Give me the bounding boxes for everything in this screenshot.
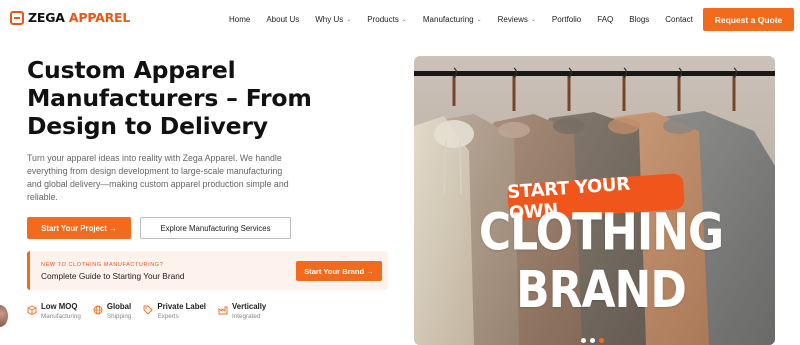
feature-title: Global (106, 302, 132, 311)
nav-label: Home (229, 15, 251, 24)
feature-item: Global Shipping (93, 302, 132, 321)
feature-item: Low MOQ Manufacturing (27, 302, 81, 321)
tag-icon (143, 305, 154, 315)
nav-item-portfolio[interactable]: Portfolio (552, 15, 581, 24)
brand-guide-callout: NEW TO CLOTHING MANUFACTURING? Complete … (27, 251, 388, 290)
start-project-button[interactable]: Start Your Project → (27, 217, 131, 239)
explore-services-button[interactable]: Explore Manufacturing Services (140, 217, 291, 239)
feature-title: Vertically (231, 302, 267, 311)
nav-label: Contact (665, 15, 693, 24)
chevron-down-icon: ⌄ (346, 17, 352, 23)
chevron-down-icon: ⌄ (476, 17, 482, 23)
brand-name: ZEGA APPAREL (28, 10, 130, 25)
chat-avatar[interactable] (0, 305, 8, 327)
feature-list: Low MOQ Manufacturing Global Shipping Pr… (27, 302, 278, 321)
callout-kicker: NEW TO CLOTHING MANUFACTURING? (41, 262, 164, 268)
brand-name-part2: APPAREL (68, 10, 131, 25)
slider-dots (581, 338, 604, 343)
hero-lead: Turn your apparel ideas into reality wit… (27, 153, 289, 202)
callout-text: Complete Guide to Starting Your Brand (41, 271, 185, 281)
nav-item-about-us[interactable]: About Us (266, 15, 299, 24)
nav-label: FAQ (597, 15, 614, 24)
nav-item-contact[interactable]: Contact (665, 15, 693, 24)
chevron-down-icon: ⌄ (401, 17, 407, 23)
chevron-down-icon: ⌄ (530, 17, 536, 23)
slider-dot[interactable] (581, 338, 586, 343)
nav-label: Portfolio (551, 15, 582, 24)
box-icon (27, 305, 37, 315)
nav-item-manufacturing[interactable]: Manufacturing ⌄ (423, 15, 482, 24)
nav-label: Products (367, 15, 399, 24)
feature-item: Vertically Integrated (218, 302, 266, 321)
logo-mark-icon (10, 10, 24, 25)
nav-item-home[interactable]: Home (229, 15, 250, 24)
nav-item-why-us[interactable]: Why Us ⌄ (315, 15, 351, 24)
feature-subtitle: Manufacturing (41, 313, 81, 320)
feature-subtitle: Integrated (231, 313, 261, 320)
feature-item: Private Label Experts (143, 302, 206, 321)
nav-label: Why Us (315, 15, 344, 24)
hero-image: START YOUR OWN CLOTHING BRAND (414, 56, 775, 345)
clothing-brand-headline: CLOTHING BRAND (478, 203, 724, 320)
brand-name-part1: ZEGA (28, 10, 65, 25)
nav-label: Blogs (629, 15, 650, 24)
slider-dot-active[interactable] (599, 338, 604, 343)
nav-label: Reviews (497, 15, 528, 24)
feature-title: Low MOQ (41, 302, 78, 311)
nav-label: Manufacturing (422, 15, 474, 24)
brand-logo[interactable]: ZEGA APPAREL (10, 10, 130, 25)
slider-dot[interactable] (590, 338, 595, 343)
nav-item-reviews[interactable]: Reviews ⌄ (498, 15, 536, 24)
nav-item-faq[interactable]: FAQ (597, 15, 613, 24)
nav-label: About Us (266, 15, 300, 24)
feature-subtitle: Experts (157, 313, 179, 320)
factory-icon (218, 306, 228, 315)
nav-item-products[interactable]: Products ⌄ (367, 15, 407, 24)
main-nav: Home About Us Why Us ⌄ Products ⌄ Manufact… (229, 0, 709, 39)
start-brand-button[interactable]: Start Your Brand → (296, 261, 382, 281)
feature-subtitle: Shipping (106, 313, 132, 320)
feature-title: Private Label (157, 302, 206, 311)
request-quote-button[interactable]: Request a Quote (703, 8, 794, 31)
globe-icon (93, 305, 103, 315)
hero-title: Custom Apparel Manufacturers – From Desi… (27, 56, 312, 140)
nav-item-blogs[interactable]: Blogs (629, 15, 649, 24)
site-header: ZEGA APPAREL Home About Us Why Us ⌄ Produ… (0, 0, 800, 39)
page: ZEGA APPAREL Home About Us Why Us ⌄ Produ… (0, 0, 800, 345)
